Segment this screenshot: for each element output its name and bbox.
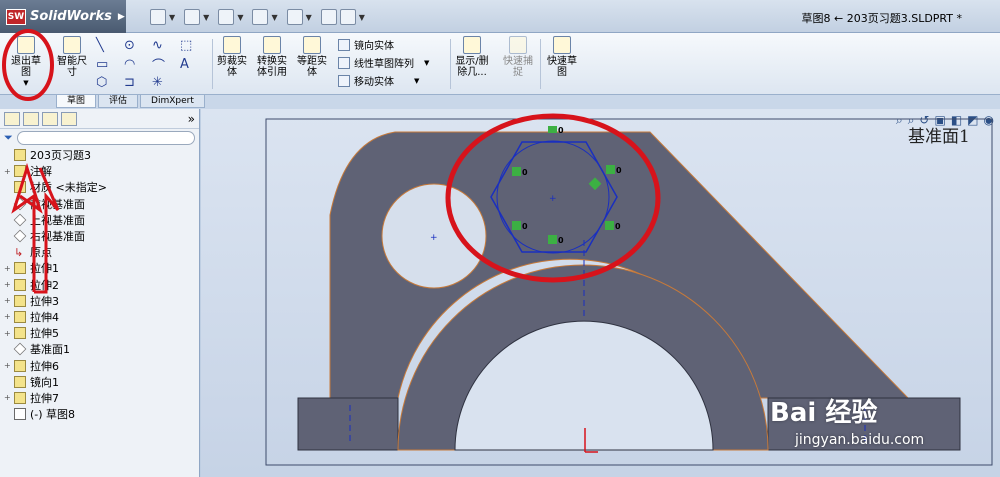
hole-center-mark: + xyxy=(430,233,438,243)
relation-tag-label: 0 xyxy=(615,222,621,231)
relation-tag-icon[interactable] xyxy=(512,221,521,230)
hexagon-center-mark: + xyxy=(549,194,557,204)
relation-tag-icon[interactable] xyxy=(605,221,614,230)
relation-tag-label: 0 xyxy=(558,126,564,135)
baidu-watermark-url: jingyan.baidu.com xyxy=(795,432,925,448)
red-arrow xyxy=(11,162,60,294)
relation-tag-label: 0 xyxy=(558,236,564,245)
plane-label: 基准面1 xyxy=(908,127,970,147)
highlight-ellipse-exit xyxy=(2,29,54,101)
relation-tag-label: 0 xyxy=(522,168,528,177)
relation-tag-icon[interactable] xyxy=(548,235,557,244)
relation-tag-icon[interactable] xyxy=(548,126,557,133)
relation-tag-label: 0 xyxy=(522,222,528,231)
relation-tag-icon[interactable] xyxy=(606,165,615,174)
relation-tag-icon[interactable] xyxy=(512,167,521,176)
left-base-block[interactable] xyxy=(297,397,399,451)
baidu-watermark-logo: Bai 经验 xyxy=(770,398,878,428)
relation-tag-label: 0 xyxy=(616,166,622,175)
